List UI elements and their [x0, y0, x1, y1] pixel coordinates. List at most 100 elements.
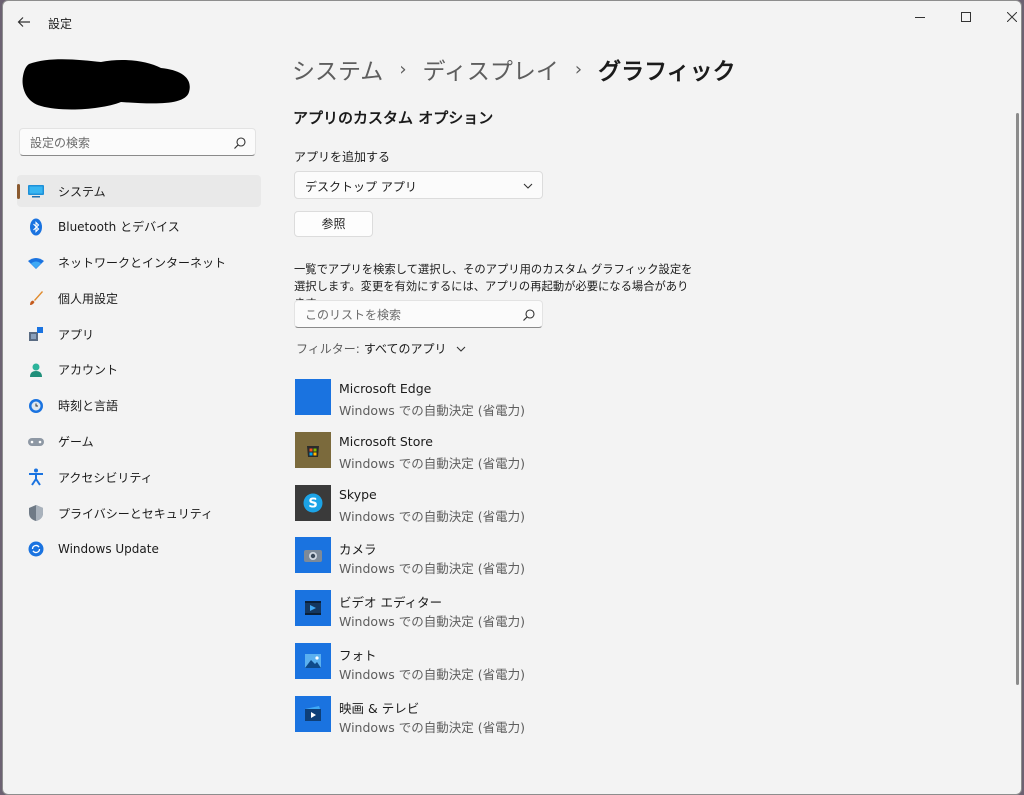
sidebar-item-privacy-security[interactable]: プライバシーとセキュリティ	[17, 497, 261, 529]
app-status: Windows での自動決定 (省電力)	[339, 614, 525, 630]
apps-icon	[27, 325, 45, 343]
list-item[interactable]: フォト Windows での自動決定 (省電力)	[295, 642, 715, 696]
close-button[interactable]	[989, 5, 1021, 29]
bluetooth-icon	[27, 218, 45, 236]
filter-value: すべてのアプリ	[363, 342, 447, 356]
app-type-dropdown[interactable]: デスクトップ アプリ	[294, 171, 543, 199]
list-item[interactable]: Microsoft Store Windows での自動決定 (省電力)	[295, 431, 715, 485]
list-item[interactable]: S Skype Windows での自動決定 (省電力)	[295, 484, 715, 538]
sidebar-item-system[interactable]: システム	[17, 175, 261, 207]
app-title: 設定	[48, 17, 73, 31]
sidebar-item-time-language[interactable]: 時刻と言語	[17, 390, 261, 422]
accessibility-icon	[27, 468, 45, 486]
svg-text:S: S	[308, 496, 317, 511]
minimize-button[interactable]	[897, 5, 943, 29]
sidebar-item-label: アクセシビリティ	[58, 470, 153, 485]
sidebar-item-gaming[interactable]: ゲーム	[17, 426, 261, 458]
app-name: フォト	[339, 647, 377, 663]
photos-icon	[295, 642, 331, 679]
back-arrow-icon	[17, 17, 30, 27]
list-item[interactable]: ビデオ エディター Windows での自動決定 (省電力)	[295, 590, 715, 643]
sidebar-item-label: ネットワークとインターネット	[58, 256, 227, 271]
edge-icon	[295, 379, 331, 415]
skype-icon: S	[295, 484, 331, 521]
app-status: Windows での自動決定 (省電力)	[339, 666, 525, 682]
app-name: Microsoft Store	[339, 433, 433, 449]
sidebar-item-label: 時刻と言語	[58, 399, 119, 414]
sidebar-item-accessibility[interactable]: アクセシビリティ	[17, 461, 261, 493]
app-name: Microsoft Edge	[339, 381, 432, 396]
filter-label: フィルター:	[296, 342, 360, 356]
chevron-right-icon: ›	[574, 58, 583, 80]
sidebar-nav: システム Bluetooth とデバイス ネットワークとインターネット 個人用設…	[17, 175, 261, 569]
app-status: Windows での自動決定 (省電力)	[339, 455, 525, 471]
sidebar-item-apps[interactable]: アプリ	[17, 318, 261, 350]
camera-icon	[295, 537, 331, 574]
app-list: Microsoft Edge Windows での自動決定 (省電力) Micr…	[295, 379, 715, 749]
browse-button[interactable]: 参照	[294, 211, 373, 237]
maximize-button[interactable]	[943, 5, 989, 29]
movies-tv-icon	[295, 695, 331, 732]
update-icon	[27, 540, 45, 558]
redacted-profile-avatar[interactable]	[21, 56, 191, 112]
settings-search-input[interactable]	[28, 133, 232, 153]
sidebar-item-network[interactable]: ネットワークとインターネット	[17, 247, 261, 279]
sidebar-item-personalization[interactable]: 個人用設定	[17, 282, 261, 314]
wifi-icon	[27, 254, 45, 272]
page-title: グラフィック	[598, 59, 736, 85]
list-item[interactable]: 映画 & テレビ Windows での自動決定 (省電力)	[295, 695, 715, 749]
sidebar-item-label: Windows Update	[58, 541, 159, 556]
system-icon	[27, 182, 45, 200]
app-status: Windows での自動決定 (省電力)	[339, 508, 525, 524]
title-bar: 設定	[3, 1, 1021, 45]
shield-icon	[27, 504, 45, 522]
store-icon	[295, 431, 331, 468]
breadcrumb-item-display[interactable]: ディスプレイ	[423, 52, 559, 86]
brush-icon	[27, 289, 45, 307]
sidebar-item-label: アカウント	[58, 363, 119, 378]
filter-dropdown[interactable]: フィルター: すべてのアプリ	[296, 340, 467, 357]
sidebar-item-label: ゲーム	[58, 435, 94, 450]
maximize-icon	[961, 12, 971, 22]
list-item[interactable]: カメラ Windows での自動決定 (省電力)	[295, 537, 715, 590]
scrollbar[interactable]	[1016, 113, 1019, 685]
list-search-input[interactable]	[303, 305, 517, 325]
sidebar-item-bluetooth[interactable]: Bluetooth とデバイス	[17, 211, 261, 243]
sidebar-item-accounts[interactable]: アカウント	[17, 354, 261, 386]
settings-search-box[interactable]	[19, 128, 256, 156]
active-indicator	[17, 184, 20, 199]
chevron-right-icon: ›	[399, 58, 407, 80]
app-name: カメラ	[339, 542, 377, 558]
sidebar-item-label: プライバシーとセキュリティ	[58, 506, 214, 521]
list-item[interactable]: Microsoft Edge Windows での自動決定 (省電力)	[295, 379, 715, 432]
back-button[interactable]	[13, 11, 35, 33]
app-status: Windows での自動決定 (省電力)	[339, 403, 525, 418]
gamepad-icon	[27, 433, 45, 451]
globe-clock-icon	[27, 397, 45, 415]
breadcrumb-item-system[interactable]: システム	[292, 52, 383, 86]
section-title: アプリのカスタム オプション	[293, 109, 494, 127]
sidebar-item-label: 個人用設定	[58, 291, 119, 306]
app-name: Skype	[339, 486, 377, 502]
list-search-box[interactable]	[294, 300, 543, 328]
app-name: ビデオ エディター	[339, 595, 443, 611]
chevron-down-icon	[456, 346, 465, 352]
close-icon	[1007, 12, 1017, 22]
minimize-icon	[915, 17, 925, 18]
settings-window: 設定 システム Bluetooth	[2, 0, 1022, 795]
app-status: Windows での自動決定 (省電力)	[339, 719, 525, 735]
search-icon[interactable]	[522, 307, 536, 321]
chevron-down-icon	[523, 183, 533, 189]
add-app-label: アプリを追加する	[294, 150, 391, 164]
sidebar-item-label: システム	[58, 184, 106, 199]
video-editor-icon	[295, 590, 331, 627]
breadcrumb: システム › ディスプレイ › グラフィック	[292, 52, 736, 86]
search-icon[interactable]	[233, 135, 247, 149]
person-icon	[27, 361, 45, 379]
sidebar-item-windows-update[interactable]: Windows Update	[17, 533, 261, 565]
app-type-selected-value: デスクトップ アプリ	[305, 180, 417, 194]
sidebar-item-label: Bluetooth とデバイス	[58, 220, 180, 235]
app-status: Windows での自動決定 (省電力)	[339, 561, 525, 577]
sidebar-item-label: アプリ	[58, 327, 95, 342]
app-name: 映画 & テレビ	[339, 700, 420, 716]
